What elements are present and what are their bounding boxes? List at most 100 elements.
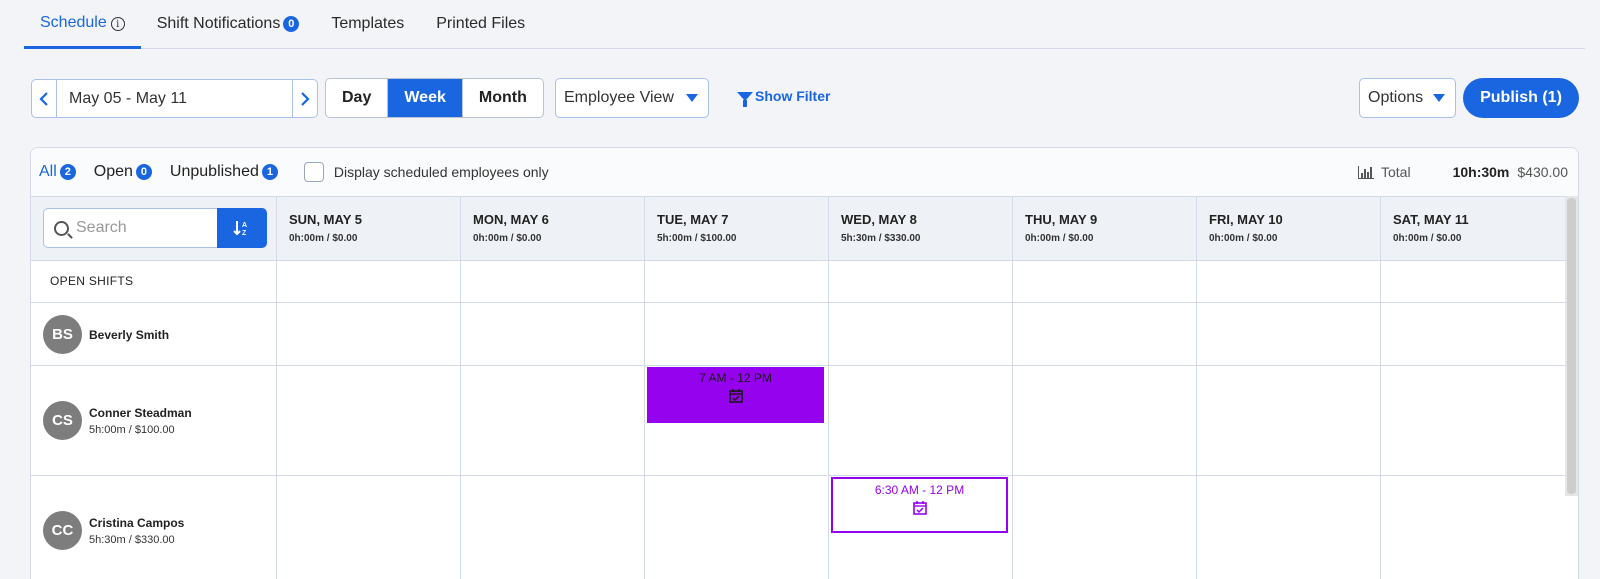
options-dropdown[interactable]: Options xyxy=(1359,78,1456,118)
day-title: TUE, MAY 7 xyxy=(657,212,729,227)
schedule-cell[interactable] xyxy=(645,303,829,365)
tab-shift-notifications[interactable]: Shift Notifications 0 xyxy=(141,0,316,48)
schedule-cell[interactable] xyxy=(1381,261,1565,302)
schedule-cell[interactable] xyxy=(461,261,645,302)
schedule-cell[interactable] xyxy=(1013,476,1197,579)
chevron-left-icon xyxy=(39,91,48,106)
schedule-cell[interactable] xyxy=(829,261,1013,302)
tab-printed-files[interactable]: Printed Files xyxy=(420,0,541,48)
tab-templates[interactable]: Templates xyxy=(315,0,420,48)
day-view-button[interactable]: Day xyxy=(326,79,387,117)
avatar: CS xyxy=(43,401,82,440)
schedule-cell[interactable] xyxy=(1197,476,1381,579)
day-summary: 0h:00m / $0.00 xyxy=(1025,233,1094,244)
schedule-cell[interactable] xyxy=(1197,303,1381,365)
schedule-cell[interactable] xyxy=(829,366,1013,475)
total-label: Total xyxy=(1381,164,1411,180)
open-shifts-row: OPEN SHIFTS xyxy=(31,260,1565,302)
filter-icon xyxy=(737,91,753,107)
vertical-scrollbar[interactable] xyxy=(1565,196,1578,496)
week-view-button[interactable]: Week xyxy=(387,79,462,117)
filter-open-label: Open xyxy=(93,163,133,180)
tab-printed-files-label: Printed Files xyxy=(436,15,526,32)
tab-schedule-label: Schedule xyxy=(40,14,107,31)
sort-button[interactable]: A Z xyxy=(217,208,267,248)
date-range-text[interactable]: May 05 - May 11 xyxy=(57,80,292,117)
tab-schedule[interactable]: Schedule i xyxy=(24,0,141,49)
svg-text:Z: Z xyxy=(242,230,247,237)
sort-icon: A Z xyxy=(233,221,247,237)
schedule-cell[interactable] xyxy=(1013,366,1197,475)
total-amount: $430.00 xyxy=(1517,164,1568,180)
tab-shift-notifications-label: Shift Notifications xyxy=(156,15,281,32)
bar-chart-icon xyxy=(1358,165,1374,179)
schedule-cell[interactable] xyxy=(461,476,645,579)
schedule-cell[interactable] xyxy=(461,303,645,365)
employee-row: BS Beverly Smith xyxy=(31,302,1565,365)
schedule-cell[interactable] xyxy=(645,261,829,302)
filter-all[interactable]: All 2 xyxy=(39,163,76,181)
search-icon xyxy=(54,220,69,236)
info-icon[interactable]: i xyxy=(110,17,125,31)
scheduled-only-label: Display scheduled employees only xyxy=(333,164,549,180)
schedule-cell[interactable] xyxy=(277,261,461,302)
schedule-cell[interactable] xyxy=(1197,261,1381,302)
schedule-cell[interactable] xyxy=(1381,366,1565,475)
caret-down-icon xyxy=(1433,94,1445,102)
filter-open[interactable]: Open 0 xyxy=(94,163,152,181)
day-summary: 5h:30m / $330.00 xyxy=(841,233,921,244)
day-header: SUN, MAY 5 0h:00m / $0.00 xyxy=(277,197,461,260)
total-hours: 10h:30m xyxy=(1452,164,1510,180)
next-week-button[interactable] xyxy=(292,80,317,117)
employee[interactable]: BS Beverly Smith xyxy=(43,315,169,354)
employee-row: CS Conner Steadman 5h:00m / $100.00 7 AM… xyxy=(31,365,1565,475)
employee[interactable]: CC Cristina Campos 5h:30m / $330.00 xyxy=(43,511,184,550)
search-input[interactable] xyxy=(76,219,206,237)
show-filter-button[interactable]: Show Filter xyxy=(737,88,830,107)
day-summary: 0h:00m / $0.00 xyxy=(1393,233,1462,244)
schedule-cell[interactable]: 6:30 AM - 12 PM xyxy=(829,476,1013,579)
top-tabs: Schedule i Shift Notifications 0 Templat… xyxy=(24,0,1585,49)
employee-cell: BS Beverly Smith xyxy=(31,303,277,365)
open-count-badge: 0 xyxy=(135,164,152,180)
month-view-button[interactable]: Month xyxy=(461,79,543,117)
schedule-cell[interactable] xyxy=(829,303,1013,365)
schedule-cell[interactable] xyxy=(1013,261,1197,302)
schedule-panel: All 2 Open 0 Unpublished 1 Display sched… xyxy=(30,147,1579,579)
schedule-cell[interactable] xyxy=(277,476,461,579)
search-box xyxy=(43,208,219,248)
filter-row: All 2 Open 0 Unpublished 1 Display sched… xyxy=(31,148,1578,196)
shift-time: 7 AM - 12 PM xyxy=(699,371,772,385)
schedule-cell[interactable] xyxy=(277,366,461,475)
calendar-check-icon xyxy=(728,389,743,403)
chevron-right-icon xyxy=(301,91,310,106)
shift-card-unpublished[interactable]: 6:30 AM - 12 PM xyxy=(831,477,1008,533)
publish-button[interactable]: Publish (1) xyxy=(1463,78,1579,118)
schedule-cell[interactable] xyxy=(1381,303,1565,365)
schedule-cell[interactable] xyxy=(277,303,461,365)
schedule-cell[interactable] xyxy=(1013,303,1197,365)
scheduled-only-checkbox[interactable] xyxy=(303,162,324,182)
previous-week-button[interactable] xyxy=(32,80,57,117)
totals: Total 10h:30m $430.00 xyxy=(1358,148,1568,196)
employee[interactable]: CS Conner Steadman 5h:00m / $100.00 xyxy=(43,401,192,440)
day-header: FRI, MAY 10 0h:00m / $0.00 xyxy=(1197,197,1381,260)
svg-text:A: A xyxy=(242,222,247,229)
schedule-cell[interactable] xyxy=(645,476,829,579)
schedule-cell[interactable]: 7 AM - 12 PM xyxy=(645,366,829,475)
scrollbar-thumb[interactable] xyxy=(1567,198,1576,494)
view-mode-dropdown[interactable]: Employee View xyxy=(555,78,709,118)
day-title: FRI, MAY 10 xyxy=(1209,212,1283,227)
avatar: CC xyxy=(43,511,82,550)
options-label: Options xyxy=(1368,89,1424,106)
employee-name: Beverly Smith xyxy=(89,327,170,342)
unpublished-count-badge: 1 xyxy=(261,164,278,180)
notifications-count-badge: 0 xyxy=(283,16,300,32)
schedule-cell[interactable] xyxy=(1381,476,1565,579)
search-cell: A Z xyxy=(31,197,277,260)
filter-unpublished[interactable]: Unpublished 1 xyxy=(170,163,278,181)
shift-card[interactable]: 7 AM - 12 PM xyxy=(647,367,824,423)
schedule-cell[interactable] xyxy=(1197,366,1381,475)
schedule-cell[interactable] xyxy=(461,366,645,475)
employee-cell: CC Cristina Campos 5h:30m / $330.00 xyxy=(31,476,277,579)
